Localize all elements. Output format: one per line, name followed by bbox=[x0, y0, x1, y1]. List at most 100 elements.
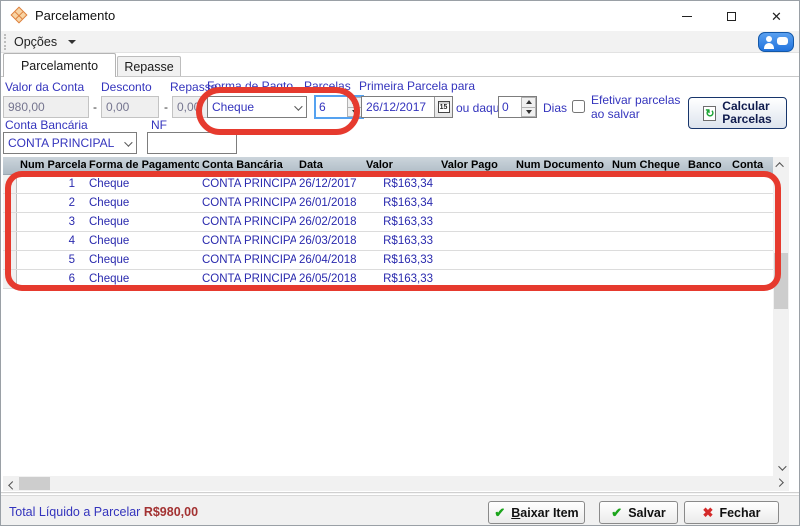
stepper-buttons bbox=[521, 97, 536, 117]
separator-dash: - bbox=[164, 100, 168, 114]
scroll-up-button[interactable] bbox=[773, 157, 789, 173]
close-icon: ✕ bbox=[771, 10, 782, 23]
app-diamond-icon bbox=[11, 7, 28, 24]
table-row[interactable]: 5ChequeCONTA PRINCIPA26/04/2018R$163,33 bbox=[3, 251, 773, 270]
vertical-scroll-thumb[interactable] bbox=[774, 253, 788, 309]
cell-num-parcela: 2 bbox=[17, 194, 86, 212]
table-row[interactable]: 4ChequeCONTA PRINCIPA26/03/2018R$163,33 bbox=[3, 232, 773, 251]
stepper-down-button[interactable] bbox=[521, 108, 536, 118]
cell-conta-bancaria: CONTA PRINCIPA bbox=[199, 175, 296, 193]
cell-valor-pago bbox=[438, 251, 513, 269]
cell-conta-bancaria: CONTA PRINCIPA bbox=[199, 213, 296, 231]
cell-num-cheque bbox=[609, 270, 685, 288]
efetivar-label-line1: Efetivar parcelas bbox=[591, 93, 680, 107]
valor-da-conta-field[interactable] bbox=[3, 96, 89, 118]
calendar-picker-button[interactable]: 15 bbox=[434, 97, 452, 117]
efetivar-label-line2: ao salvar bbox=[591, 107, 680, 121]
scroll-right-button[interactable] bbox=[773, 476, 789, 491]
arrow-up-icon bbox=[526, 100, 532, 104]
parcelas-label: Parcelas bbox=[304, 79, 351, 93]
cell-valor: R$163,33 bbox=[363, 270, 438, 288]
window-controls: ✕ bbox=[664, 1, 799, 31]
efetivar-checkbox[interactable] bbox=[572, 100, 585, 113]
cell-valor: R$163,33 bbox=[363, 213, 438, 231]
current-row-indicator bbox=[3, 270, 17, 288]
menu-opcoes[interactable]: Opções bbox=[14, 31, 76, 53]
table-row[interactable]: 2ChequeCONTA PRINCIPA26/01/2018R$163,34 bbox=[3, 194, 773, 213]
cell-conta bbox=[729, 251, 771, 269]
parcelas-input[interactable] bbox=[316, 97, 347, 117]
grid-header-row: Num ParcelaForma de PagamentoConta Bancá… bbox=[3, 157, 773, 175]
arrow-down-icon bbox=[352, 110, 358, 114]
arrow-down-icon bbox=[526, 110, 532, 114]
cell-num-parcela: 5 bbox=[17, 251, 86, 269]
close-button[interactable]: ✕ bbox=[754, 1, 799, 31]
dias-input[interactable] bbox=[499, 97, 521, 117]
tab-bar: Parcelamento Repasse bbox=[1, 53, 799, 77]
grid-indicator-spacer bbox=[3, 157, 17, 174]
cell-forma-pagamento: Cheque bbox=[86, 194, 199, 212]
cell-forma-pagamento: Cheque bbox=[86, 232, 199, 250]
arrow-right-icon bbox=[775, 478, 783, 486]
horizontal-scrollbar[interactable] bbox=[3, 476, 789, 491]
tab-parcelamento[interactable]: Parcelamento bbox=[3, 53, 116, 77]
cell-banco bbox=[685, 194, 729, 212]
cell-banco bbox=[685, 175, 729, 193]
cell-num-documento bbox=[513, 175, 609, 193]
cell-data: 26/05/2018 bbox=[296, 270, 363, 288]
fechar-button[interactable]: ✖ Fechar bbox=[684, 501, 779, 524]
stepper-up-button[interactable] bbox=[347, 97, 362, 108]
cell-banco bbox=[685, 251, 729, 269]
cell-conta-bancaria: CONTA PRINCIPA bbox=[199, 270, 296, 288]
valor-da-conta-label: Valor da Conta bbox=[5, 80, 84, 94]
menu-opcoes-label: Opções bbox=[14, 35, 57, 49]
forma-pagto-select[interactable]: Cheque bbox=[207, 96, 307, 118]
primeira-parcela-label: Primeira Parcela para bbox=[359, 79, 475, 93]
scroll-down-button[interactable] bbox=[773, 460, 789, 476]
forma-pagto-label: Forma de Pagto bbox=[207, 79, 293, 93]
cell-banco bbox=[685, 270, 729, 288]
nf-field[interactable] bbox=[147, 132, 237, 154]
chat-bubble-icon bbox=[777, 37, 788, 45]
column-header: Valor Pago bbox=[438, 157, 513, 174]
baixar-item-button[interactable]: ✔ Baixar Item bbox=[488, 501, 585, 524]
current-row-indicator bbox=[3, 232, 17, 250]
stepper-up-button[interactable] bbox=[521, 97, 536, 108]
horizontal-scroll-thumb[interactable] bbox=[19, 477, 50, 490]
conta-bancaria-select[interactable]: CONTA PRINCIPAL bbox=[3, 132, 137, 154]
cell-forma-pagamento: Cheque bbox=[86, 213, 199, 231]
total-liquido-text: Total Líquido a Parcelar R$980,00 bbox=[9, 505, 198, 519]
calendar-icon: 15 bbox=[438, 101, 450, 113]
cell-num-documento bbox=[513, 270, 609, 288]
desconto-field[interactable] bbox=[101, 96, 159, 118]
cell-valor: R$163,34 bbox=[363, 175, 438, 193]
user-chat-button[interactable] bbox=[758, 32, 794, 52]
chevron-down-icon bbox=[124, 138, 132, 146]
cell-forma-pagamento: Cheque bbox=[86, 270, 199, 288]
check-icon: ✔ bbox=[494, 506, 505, 519]
tab-repasse[interactable]: Repasse bbox=[117, 56, 181, 77]
column-header: Banco bbox=[685, 157, 729, 174]
stepper-buttons bbox=[347, 97, 362, 117]
parcelamento-window: Parcelamento ✕ Opções Parcelamento Repas… bbox=[0, 0, 800, 526]
calcular-parcelas-button[interactable]: ↻ Calcular Parcelas bbox=[688, 97, 787, 129]
minimize-button[interactable] bbox=[664, 1, 709, 31]
scroll-left-button[interactable] bbox=[3, 476, 19, 491]
primeira-parcela-date-field[interactable]: 26/12/2017 15 bbox=[361, 96, 453, 118]
cell-data: 26/04/2018 bbox=[296, 251, 363, 269]
cell-valor-pago bbox=[438, 175, 513, 193]
conta-bancaria-label: Conta Bancária bbox=[5, 118, 88, 132]
salvar-button[interactable]: ✔ Salvar bbox=[599, 501, 678, 524]
vertical-scrollbar[interactable] bbox=[773, 157, 789, 476]
toolbar-grip-handle[interactable] bbox=[4, 34, 7, 50]
table-row[interactable]: 6ChequeCONTA PRINCIPA26/05/2018R$163,33 bbox=[3, 270, 773, 289]
stepper-down-button[interactable] bbox=[347, 108, 362, 118]
cell-data: 26/01/2018 bbox=[296, 194, 363, 212]
desconto-label: Desconto bbox=[101, 80, 152, 94]
cell-conta-bancaria: CONTA PRINCIPA bbox=[199, 194, 296, 212]
maximize-button[interactable] bbox=[709, 1, 754, 31]
table-row[interactable]: ►1ChequeCONTA PRINCIPA26/12/2017R$163,34 bbox=[3, 175, 773, 194]
table-row[interactable]: 3ChequeCONTA PRINCIPA26/02/2018R$163,33 bbox=[3, 213, 773, 232]
dias-stepper[interactable] bbox=[498, 96, 537, 118]
parcelas-stepper[interactable] bbox=[314, 95, 364, 119]
